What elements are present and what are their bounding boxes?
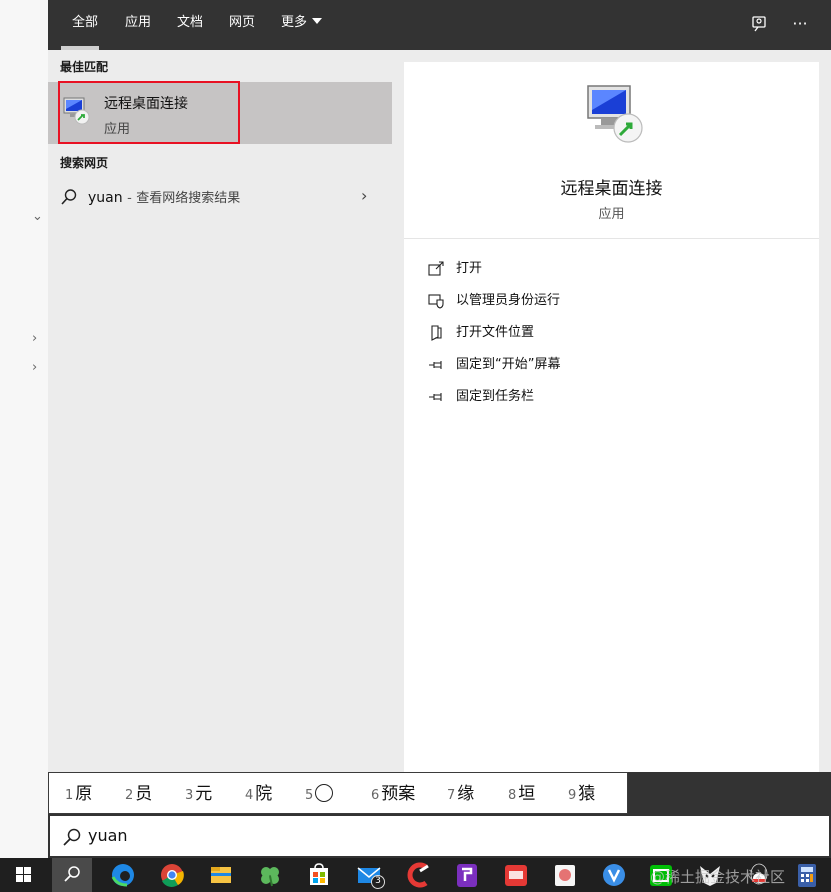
ime-candidate-text: 员 bbox=[135, 784, 153, 804]
ime-candidate-number: 3 bbox=[185, 788, 194, 803]
action-run-as-admin[interactable]: 以管理员身份运行 bbox=[428, 289, 788, 313]
tab-more[interactable]: 更多 bbox=[281, 13, 323, 35]
ime-candidate-text: 院 bbox=[255, 784, 273, 804]
calculator-icon[interactable] bbox=[789, 861, 825, 889]
background-window: ⌄ › › bbox=[0, 0, 48, 858]
ime-candidate[interactable]: 6 预案 bbox=[371, 783, 415, 805]
action-pin-to-start[interactable]: 固定到“开始”屏幕 bbox=[428, 353, 788, 377]
preview-app-type: 应用 bbox=[598, 207, 625, 222]
remote-desktop-icon bbox=[584, 84, 646, 146]
action-label: 以管理员身份运行 bbox=[456, 293, 561, 308]
ime-candidate-text: 预案 bbox=[381, 784, 416, 804]
action-label: 固定到“开始”屏幕 bbox=[456, 357, 561, 372]
chevron-right-icon[interactable]: › bbox=[32, 361, 37, 375]
image-viewer-icon[interactable] bbox=[547, 861, 583, 889]
ime-candidate-number: 1 bbox=[65, 788, 74, 803]
ime-candidate[interactable]: 5 bbox=[305, 783, 334, 805]
tab-web[interactable]: 网页 bbox=[229, 13, 255, 35]
youdao-dictionary-icon[interactable] bbox=[498, 861, 534, 889]
search-box[interactable]: yuan bbox=[48, 814, 831, 858]
action-open-file-location[interactable]: 打开文件位置 bbox=[428, 321, 788, 345]
action-pin-to-taskbar[interactable]: 固定到任务栏 bbox=[428, 385, 788, 409]
ime-candidate[interactable]: 3元 bbox=[185, 783, 212, 805]
ime-candidate[interactable]: 1原 bbox=[65, 783, 92, 805]
ime-candidate-text: 元 bbox=[195, 784, 213, 804]
edge-browser-icon[interactable] bbox=[105, 861, 141, 889]
pdf-app-icon[interactable] bbox=[449, 861, 485, 889]
action-label: 打开文件位置 bbox=[456, 325, 535, 340]
ime-candidate[interactable]: 2员 bbox=[125, 783, 152, 805]
circle-symbol-icon bbox=[315, 784, 334, 802]
ime-candidate-number: 7 bbox=[447, 788, 456, 803]
search-input[interactable]: yuan bbox=[88, 826, 128, 845]
selection-highlight-box bbox=[58, 81, 240, 144]
ime-candidate[interactable]: 7缘 bbox=[447, 783, 474, 805]
open-icon bbox=[428, 261, 444, 277]
pin-icon bbox=[428, 357, 444, 373]
chevron-right-icon[interactable]: › bbox=[361, 186, 367, 205]
taskbar-search-button[interactable] bbox=[52, 858, 92, 892]
chevron-right-icon[interactable]: › bbox=[32, 332, 37, 346]
web-search-heading: 搜索网页 bbox=[60, 156, 109, 170]
ime-candidate-text: 垣 bbox=[518, 784, 536, 804]
ime-candidate-number: 2 bbox=[125, 788, 134, 803]
ime-candidate-text: 缘 bbox=[457, 784, 475, 804]
search-scope-bar: 全部 应用 文档 网页 更多 ··· bbox=[48, 0, 831, 50]
web-search-description: 查看网络搜索结果 bbox=[136, 191, 241, 206]
ccleaner-icon[interactable] bbox=[400, 861, 436, 889]
ime-candidate-text: 猿 bbox=[578, 784, 596, 804]
results-list: 最佳匹配 远程桌面连接 应用 搜索网页 yuan - 查看网络搜索结果 › bbox=[48, 50, 392, 772]
tab-documents[interactable]: 文档 bbox=[177, 13, 203, 35]
web-search-result[interactable]: yuan - 查看网络搜索结果 › bbox=[48, 182, 392, 212]
tab-more-label: 更多 bbox=[281, 15, 308, 30]
preview-app-name: 远程桌面连接 bbox=[560, 179, 663, 199]
action-label: 打开 bbox=[456, 261, 483, 276]
preview-pane: 远程桌面连接 应用 打开 以管理员身份运行 打开文件位置 固定到“开始”屏幕 固… bbox=[392, 50, 831, 772]
microsoft-store-icon[interactable] bbox=[301, 861, 337, 889]
action-label: 固定到任务栏 bbox=[456, 389, 535, 404]
screen: ⌄ › › 全部 应用 文档 网页 更多 ··· 最佳匹配 远程桌面连接 应用 … bbox=[0, 0, 831, 892]
ime-candidate-number: 4 bbox=[245, 788, 254, 803]
search-icon bbox=[60, 188, 78, 206]
windows-start-icon[interactable] bbox=[6, 861, 42, 889]
mail-unread-badge: 3 bbox=[371, 875, 385, 889]
ime-candidate-number: 6 bbox=[371, 788, 380, 803]
ime-candidate-number: 8 bbox=[508, 788, 517, 803]
tab-all[interactable]: 全部 bbox=[72, 13, 98, 35]
file-explorer-icon[interactable] bbox=[203, 861, 239, 889]
search-panel: 全部 应用 文档 网页 更多 ··· 最佳匹配 远程桌面连接 应用 搜索网页 y… bbox=[48, 0, 831, 858]
ime-candidate[interactable]: 9猿 bbox=[568, 783, 595, 805]
web-search-text: yuan - 查看网络搜索结果 bbox=[88, 187, 240, 206]
ime-candidate-bar: 1原 2员 3元 4院 5 6 预案 7缘 8垣 9猿 bbox=[48, 772, 628, 814]
ime-candidate[interactable]: 8垣 bbox=[508, 783, 535, 805]
web-search-separator: - bbox=[127, 191, 132, 206]
vivaldi-browser-icon[interactable] bbox=[596, 861, 632, 889]
caret-down-icon bbox=[312, 18, 323, 24]
shield-icon bbox=[428, 293, 444, 309]
ime-candidate-text: 原 bbox=[75, 784, 93, 804]
tab-apps[interactable]: 应用 bbox=[125, 13, 151, 35]
mail-icon[interactable]: 3 bbox=[352, 861, 388, 889]
file-location-icon bbox=[428, 325, 444, 341]
chrome-browser-icon[interactable] bbox=[154, 861, 190, 889]
action-open[interactable]: 打开 bbox=[428, 257, 788, 281]
ime-candidate[interactable]: 4院 bbox=[245, 783, 272, 805]
feedback-icon[interactable] bbox=[747, 12, 771, 36]
clover-app-icon[interactable] bbox=[252, 861, 288, 889]
chevron-down-icon[interactable]: ⌄ bbox=[32, 210, 43, 224]
search-icon bbox=[62, 827, 82, 847]
ime-candidate-number: 5 bbox=[305, 788, 314, 803]
ime-candidate-number: 9 bbox=[568, 788, 577, 803]
action-list: 打开 以管理员身份运行 打开文件位置 固定到“开始”屏幕 固定到任务栏 bbox=[404, 238, 819, 772]
app-preview-card: 远程桌面连接 应用 bbox=[404, 62, 819, 238]
best-match-heading: 最佳匹配 bbox=[60, 60, 109, 74]
ime-bar-background bbox=[628, 772, 831, 814]
watermark: @稀土掘金技术社区 bbox=[650, 868, 786, 886]
more-options-icon[interactable]: ··· bbox=[788, 12, 812, 36]
web-search-query: yuan bbox=[88, 190, 123, 206]
pin-icon bbox=[428, 389, 444, 405]
